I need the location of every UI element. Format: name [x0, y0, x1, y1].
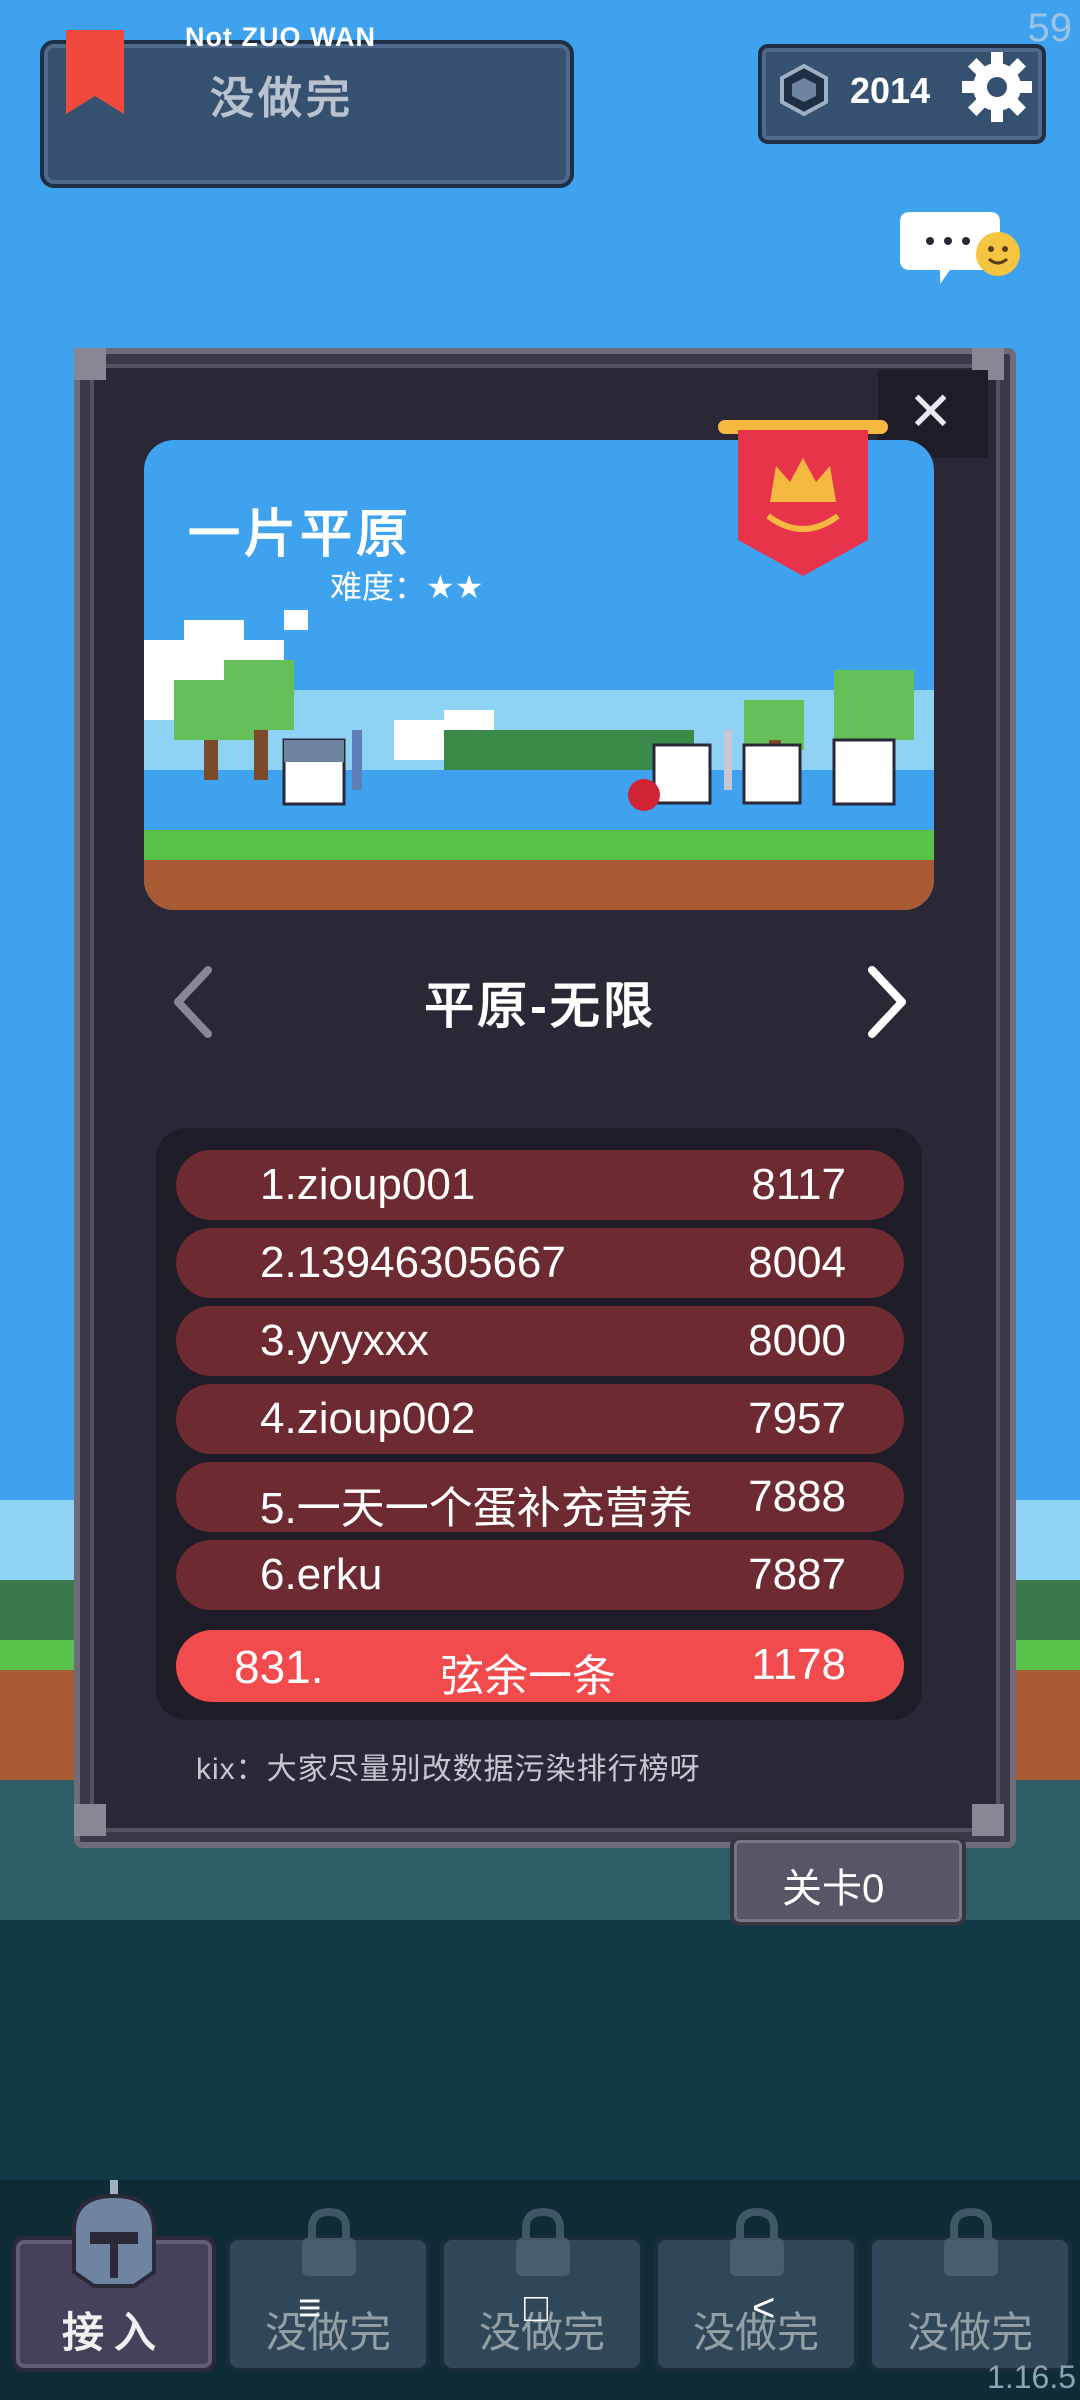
leaderboard-row: 6.erku 7887 [176, 1540, 904, 1610]
fps-counter: 59 [1027, 6, 1073, 50]
row-rank-name: 1.zioup001 [260, 1160, 476, 1209]
tab-label: 没做完 [264, 2309, 391, 2356]
my-rank-row: 831. 弦余一条 1178 [176, 1630, 904, 1702]
gem-icon [780, 63, 828, 117]
row-score: 8004 [748, 1238, 846, 1287]
row-rank-name: 3.yyyxxx [260, 1316, 429, 1365]
system-home-button[interactable]: □ [524, 2286, 548, 2331]
lock-icon [730, 2208, 784, 2276]
close-icon[interactable]: ✕ [908, 380, 953, 443]
chat-bubble-icon[interactable] [900, 204, 1026, 290]
tab-locked[interactable]: 没做完 [226, 2208, 430, 2372]
my-name: 弦余一条 [440, 1652, 616, 1701]
panel-corner [74, 348, 106, 380]
crown-banner-icon [718, 420, 888, 576]
lock-icon [302, 2208, 356, 2276]
row-rank-name: 5.一天一个蛋补充营养 [260, 1484, 693, 1533]
row-score: 7957 [748, 1394, 846, 1443]
bookmark-icon [66, 30, 124, 114]
tab-label: 接入 [61, 2309, 166, 2356]
mode-title: 平原-无限 [424, 978, 656, 1034]
tip-text: kix：大家尽量别改数据污染排行榜呀 [196, 1753, 701, 1786]
row-score: 7887 [748, 1550, 846, 1599]
tab-label: 没做完 [906, 2309, 1033, 2356]
row-score: 8000 [748, 1316, 846, 1365]
next-mode-button[interactable] [862, 964, 912, 1040]
header-subtitle: Not ZUO WAN [185, 22, 376, 52]
previous-mode-button[interactable] [168, 964, 218, 1040]
header-title: 没做完 [210, 74, 354, 123]
leaderboard-row: 1.zioup001 8117 [176, 1150, 904, 1220]
system-menu-button[interactable]: ≡ [298, 2286, 321, 2331]
row-rank-name: 4.zioup002 [260, 1394, 476, 1443]
currency-value: 2014 [850, 70, 931, 111]
leaderboard-row: 5.一天一个蛋补充营养 7888 [176, 1462, 904, 1533]
panel-corner [74, 1804, 106, 1836]
leaderboard-row: 4.zioup002 7957 [176, 1384, 904, 1454]
helmet-icon [72, 2180, 156, 2288]
row-score: 8117 [751, 1160, 846, 1209]
leaderboard-row: 3.yyyxxx 8000 [176, 1306, 904, 1376]
level-select-button[interactable]: 关卡0 [730, 1836, 966, 1926]
leaderboard-row: 2.13946305667 8004 [176, 1228, 904, 1298]
difficulty-label: 难度：★★ [330, 569, 484, 605]
version-label: 1.16.5 [987, 2359, 1076, 2395]
system-back-button[interactable]: < [752, 2286, 775, 2331]
my-rank: 831. [234, 1641, 324, 1693]
panel-corner [972, 1804, 1004, 1836]
lock-icon [944, 2208, 998, 2276]
row-rank-name: 6.erku [260, 1550, 383, 1599]
level-select-label: 关卡0 [782, 1867, 885, 1911]
lock-icon [516, 2208, 570, 2276]
tab-locked[interactable]: 没做完 [868, 2208, 1072, 2372]
gear-icon[interactable] [960, 50, 1034, 124]
my-score: 1178 [751, 1640, 846, 1689]
level-name: 一片平原 [188, 506, 413, 564]
row-rank-name: 2.13946305667 [260, 1238, 566, 1287]
row-score: 7888 [748, 1472, 846, 1521]
